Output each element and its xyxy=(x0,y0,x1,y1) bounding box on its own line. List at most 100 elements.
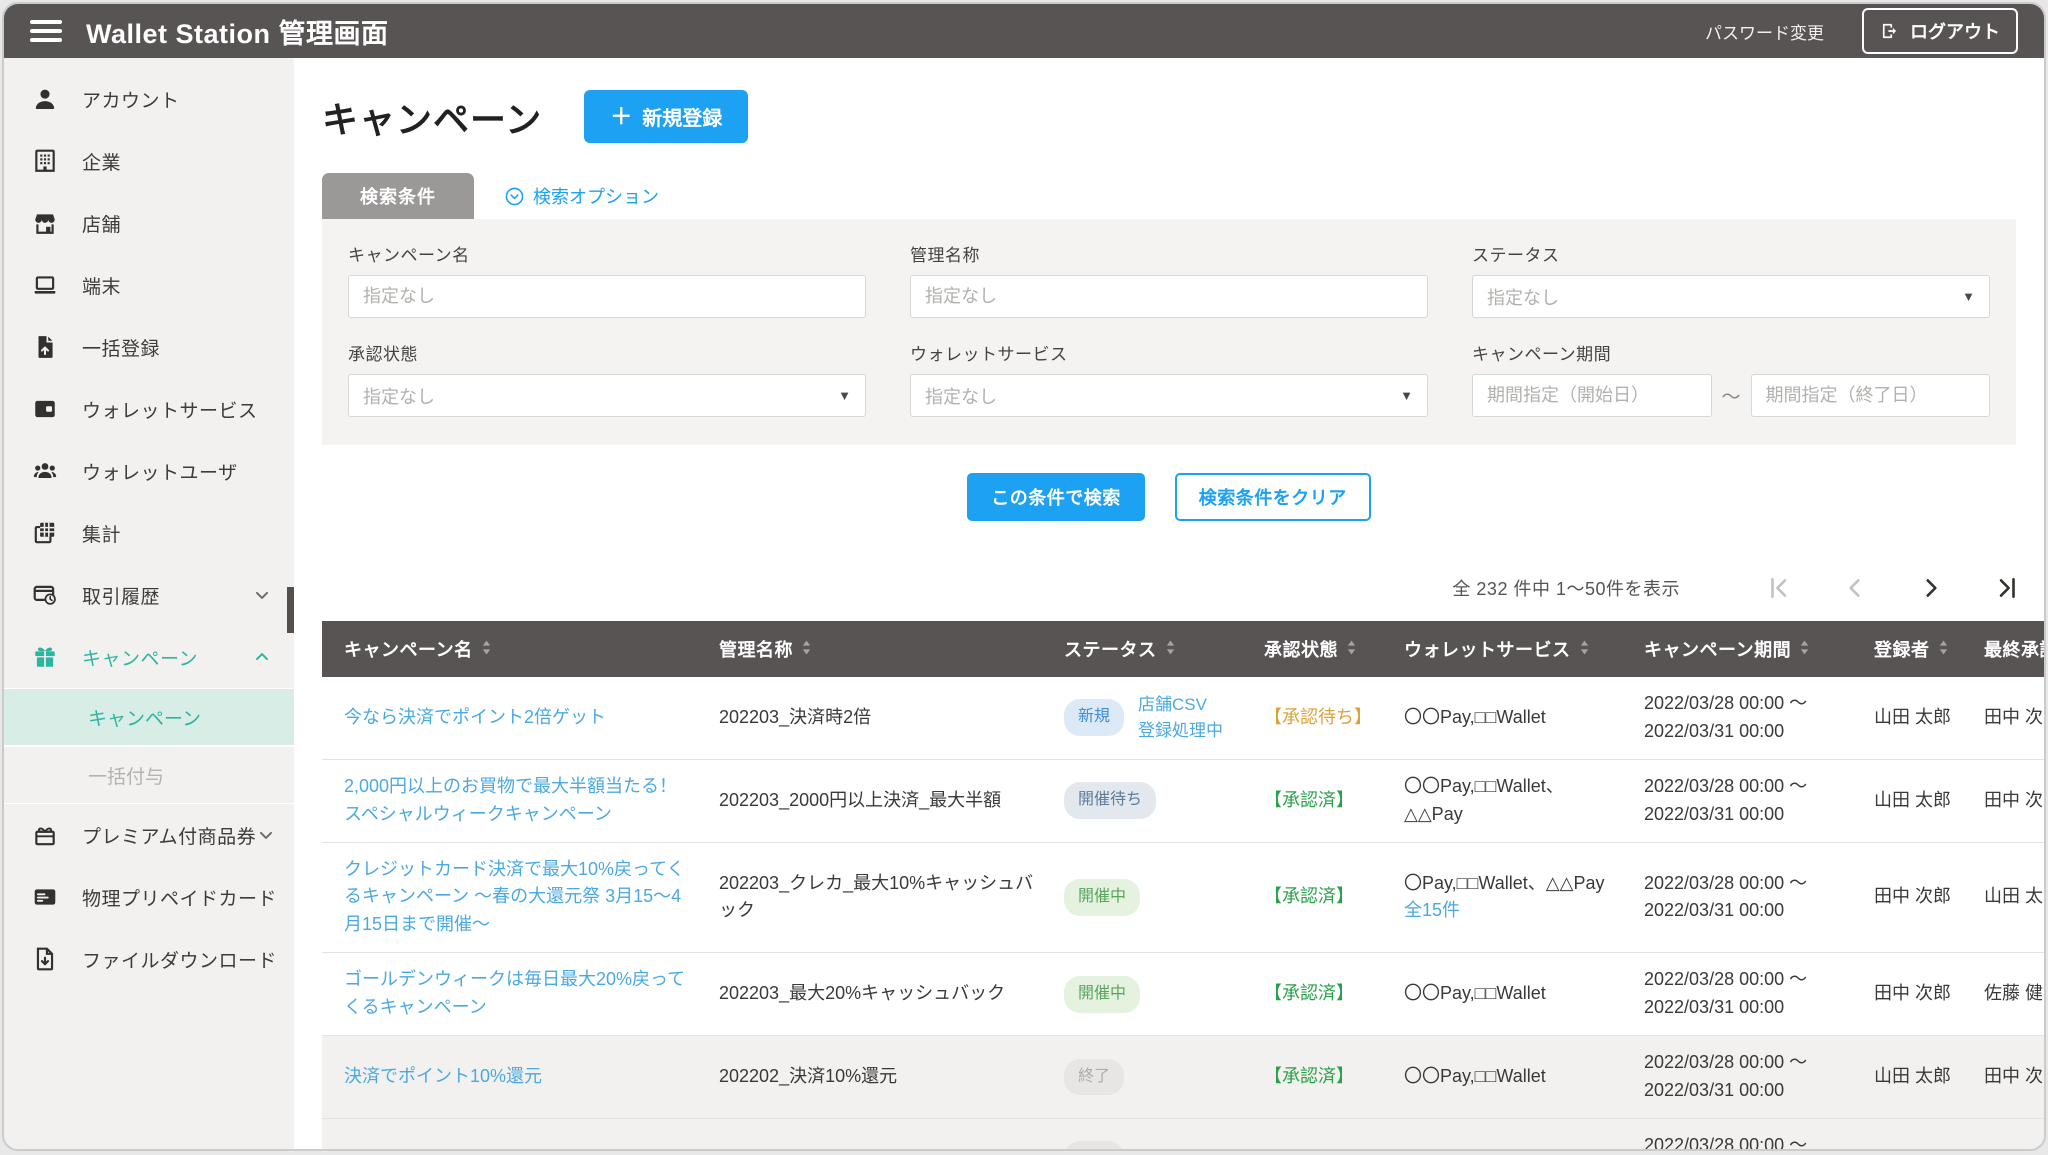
sidebar-item-company[interactable]: 企業 xyxy=(4,130,294,192)
approval-select[interactable]: 指定なし ▼ xyxy=(348,374,866,417)
sidebar-item-file-download[interactable]: ファイルダウンロード xyxy=(4,928,294,990)
final-approver-cell: 田中 次郎 xyxy=(1972,1118,2044,1149)
app-title: Wallet Station 管理画面 xyxy=(86,12,389,51)
file-upload-icon xyxy=(32,334,58,360)
column-header-5[interactable]: ウォレットサービス xyxy=(1392,621,1632,677)
password-change-link[interactable]: パスワード変更 xyxy=(1705,19,1824,44)
sort-icon xyxy=(1346,639,1357,656)
status-cell: 新規店舗CSV登録処理中 xyxy=(1052,677,1252,759)
status-cell: 終了 xyxy=(1052,1036,1252,1119)
pagination-summary: 全 232 件中 1〜50件を表示 xyxy=(1452,575,1680,601)
column-header-6[interactable]: キャンペーン期間 xyxy=(1632,621,1862,677)
admin-name-cell: 202203_決済時2倍 xyxy=(707,677,1052,759)
approval-cell: 【承認済】 xyxy=(1252,759,1392,842)
sidebar-item-label: 店舗 xyxy=(82,210,121,237)
sidebar-item-wallet-user[interactable]: ウォレットユーザ xyxy=(4,440,294,502)
sidebar-scrollbar[interactable] xyxy=(287,587,294,633)
laptop-icon xyxy=(32,272,58,298)
previous-page-button[interactable] xyxy=(1840,573,1870,603)
approval-cell: 【承認済】 xyxy=(1252,1118,1392,1149)
main-content: キャンペーン ＋ 新規登録 検索条件 検索オプション キャンペーン名 xyxy=(294,58,2044,1149)
new-registration-button[interactable]: ＋ 新規登録 xyxy=(584,90,748,143)
column-header-7[interactable]: 登録者 xyxy=(1862,621,1972,677)
sidebar-item-physical-prepaid-card[interactable]: 物理プリペイドカード xyxy=(4,866,294,928)
wallet-service-select[interactable]: 指定なし ▼ xyxy=(910,374,1428,417)
caret-down-icon: ▼ xyxy=(1962,289,1975,304)
wallet-count-link[interactable]: 全15件 xyxy=(1404,900,1460,920)
campaign-name-link[interactable]: クレジットカード決済で最大10%戻ってくるキャンペーン 〜春の大還元祭 3月15… xyxy=(344,859,685,935)
first-page-button[interactable] xyxy=(1764,573,1794,603)
campaign-name-cell: クレジットカード決済で最大10%戻ってくるキャンペーン 〜春の大還元祭 3月15… xyxy=(322,842,707,953)
sidebar-item-label: ウォレットサービス xyxy=(82,396,258,423)
period-end-input[interactable] xyxy=(1751,374,1991,417)
admin-name-cell: 202203_2000円以上決済_最大半額 xyxy=(707,759,1052,842)
period-cell: 2022/03/28 00:00 〜2022/03/31 00:00 xyxy=(1632,1118,1862,1149)
sidebar-item-bulk-register[interactable]: 一括登録 xyxy=(4,316,294,378)
column-header-2[interactable]: 管理名称 xyxy=(707,621,1052,677)
table-row: 今なら決済でポイント2倍ゲット 202203_決済時2倍新規店舗CSV登録処理中【… xyxy=(322,677,2044,759)
store-csv-link[interactable]: 店舗CSV登録処理中 xyxy=(1138,692,1223,743)
admin-name-input[interactable] xyxy=(910,275,1428,318)
clear-button[interactable]: 検索条件をクリア xyxy=(1175,473,1371,521)
app-window: Wallet Station 管理画面 パスワード変更 ログアウト アカウント企… xyxy=(2,2,2046,1151)
period-cell: 2022/03/28 00:00 〜2022/03/31 00:00 xyxy=(1632,677,1862,759)
table-row: 決済でポイント10%還元202202_決済10%還元終了【承認済】〇〇Pay,□… xyxy=(322,1036,2044,1119)
period-start-input[interactable] xyxy=(1472,374,1712,417)
sidebar-item-aggregation[interactable]: 集計 xyxy=(4,502,294,564)
column-header-4[interactable]: 承認状態 xyxy=(1252,621,1392,677)
campaign-name-cell: 決済で最大20%キャッシュバック xyxy=(322,1118,707,1149)
sidebar-item-premium-voucher[interactable]: プレミアム付商品券 xyxy=(4,804,294,866)
column-header-3[interactable]: ステータス xyxy=(1052,621,1252,677)
sidebar-item-store[interactable]: 店舗 xyxy=(4,192,294,254)
status-badge: 終了 xyxy=(1064,1059,1124,1096)
search-option-link[interactable]: 検索オプション xyxy=(504,183,659,209)
sidebar-item-wallet-service[interactable]: ウォレットサービス xyxy=(4,378,294,440)
status-badge: 開催中 xyxy=(1064,879,1140,916)
approval-status: 【承認待ち】 xyxy=(1264,707,1372,727)
sort-icon xyxy=(1799,639,1810,656)
sidebar-item-campaign[interactable]: キャンペーン xyxy=(4,626,294,688)
search-button[interactable]: この条件で検索 xyxy=(967,473,1145,521)
final-approver-cell: 田中 次郎 xyxy=(1972,1036,2044,1119)
sidebar-item-label: キャンペーン xyxy=(82,644,198,671)
period-separator: 〜 xyxy=(1722,382,1741,409)
approval-cell: 【承認済】 xyxy=(1252,1036,1392,1119)
final-approver-cell: 山田 太郎 xyxy=(1972,842,2044,953)
campaign-name-input[interactable] xyxy=(348,275,866,318)
campaign-name-cell: 決済でポイント10%還元 xyxy=(322,1036,707,1119)
tab-search-conditions[interactable]: 検索条件 xyxy=(322,173,474,219)
campaign-name-link[interactable]: 今なら決済でポイント2倍ゲット xyxy=(344,707,606,727)
approval-cell: 【承認済】 xyxy=(1252,842,1392,953)
last-page-button[interactable] xyxy=(1992,573,2022,603)
status-select[interactable]: 指定なし ▼ xyxy=(1472,275,1990,318)
wallet-services-cell: 〇〇Pay,□□Wallet xyxy=(1392,677,1632,759)
campaign-name-link[interactable]: 決済でポイント10%還元 xyxy=(344,1066,542,1086)
approval-status: 【承認済】 xyxy=(1264,983,1354,1003)
page-title: キャンペーン xyxy=(322,91,542,143)
wallet-services-cell: 〇〇Pay,□□Wallet xyxy=(1392,953,1632,1036)
column-header-8[interactable]: 最終承認者 xyxy=(1972,621,2044,677)
sidebar-subitem-campaign[interactable]: キャンペーン xyxy=(4,688,294,746)
final-approver-cell: 田中 次郎 xyxy=(1972,677,2044,759)
sidebar-item-terminal[interactable]: 端末 xyxy=(4,254,294,316)
campaign-name-link[interactable]: 2,000円以上のお買物で最大半額当たる！スペシャルウィークキャンペーン xyxy=(344,776,677,824)
sidebar-subitem-bulk-grant[interactable]: 一括付与 xyxy=(4,746,294,804)
logout-icon xyxy=(1880,21,1900,41)
column-header-1[interactable]: キャンペーン名 xyxy=(322,621,707,677)
logout-button[interactable]: ログアウト xyxy=(1862,8,2018,54)
status-cell: 開催待ち xyxy=(1052,759,1252,842)
sidebar-item-transaction-history[interactable]: 取引履歴 xyxy=(4,564,294,626)
caret-down-icon: ▼ xyxy=(838,388,851,403)
search-actions: この条件で検索 検索条件をクリア xyxy=(322,473,2016,521)
menu-icon[interactable] xyxy=(30,20,62,42)
campaign-name-link[interactable]: ゴールデンウィークは毎日最大20%戻ってくるキャンペーン xyxy=(344,969,685,1017)
next-page-button[interactable] xyxy=(1916,573,1946,603)
file-download-icon xyxy=(32,946,58,972)
sidebar-item-account[interactable]: アカウント xyxy=(4,68,294,130)
sort-icon xyxy=(801,639,812,656)
sidebar-item-label: 取引履歴 xyxy=(82,582,160,609)
campaign-table: キャンペーン名管理名称ステータス承認状態ウォレットサービスキャンペーン期間登録者… xyxy=(322,621,2044,1149)
person-icon xyxy=(32,86,58,112)
approval-status: 【承認済】 xyxy=(1264,1066,1354,1086)
approval-cell: 【承認済】 xyxy=(1252,953,1392,1036)
